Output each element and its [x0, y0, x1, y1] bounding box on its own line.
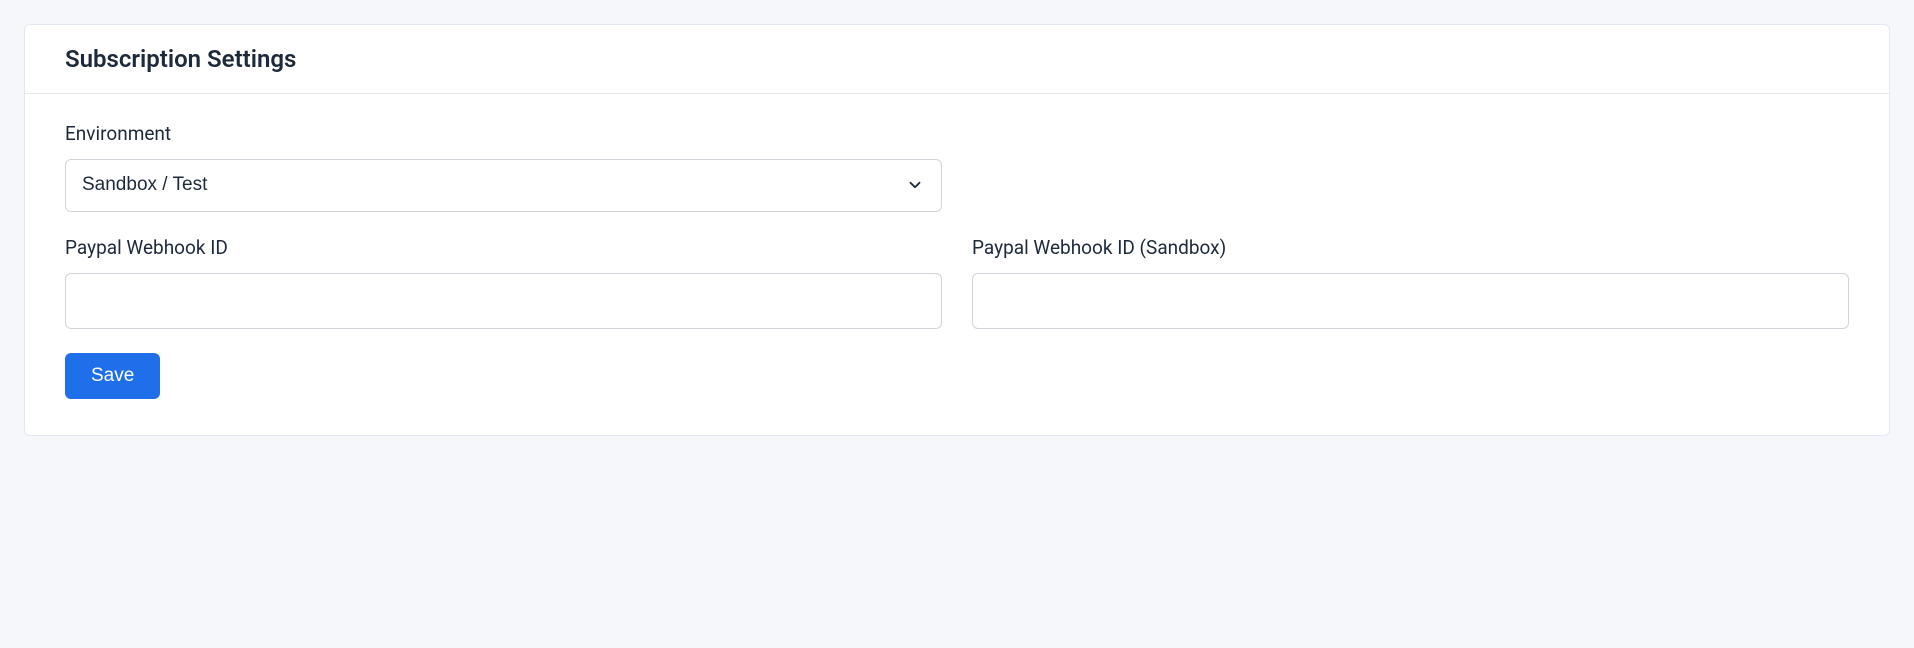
webhook-id-input[interactable]	[65, 273, 942, 330]
card-header: Subscription Settings	[25, 25, 1889, 94]
webhook-id-label: Paypal Webhook ID	[65, 236, 942, 259]
webhook-id-sandbox-label: Paypal Webhook ID (Sandbox)	[972, 236, 1849, 259]
card-body: Environment Sandbox / Test Paypal Webhoo…	[25, 94, 1889, 435]
card-title: Subscription Settings	[65, 45, 1849, 73]
webhook-id-group: Paypal Webhook ID	[65, 236, 942, 330]
webhook-id-sandbox-input[interactable]	[972, 273, 1849, 330]
environment-select-wrapper: Sandbox / Test	[65, 159, 942, 212]
environment-select[interactable]: Sandbox / Test	[65, 159, 942, 212]
webhook-row: Paypal Webhook ID Paypal Webhook ID (San…	[65, 236, 1849, 330]
environment-group: Environment Sandbox / Test	[65, 122, 942, 212]
save-button[interactable]: Save	[65, 353, 160, 399]
environment-label: Environment	[65, 122, 942, 145]
settings-card: Subscription Settings Environment Sandbo…	[24, 24, 1890, 436]
webhook-id-sandbox-group: Paypal Webhook ID (Sandbox)	[972, 236, 1849, 330]
